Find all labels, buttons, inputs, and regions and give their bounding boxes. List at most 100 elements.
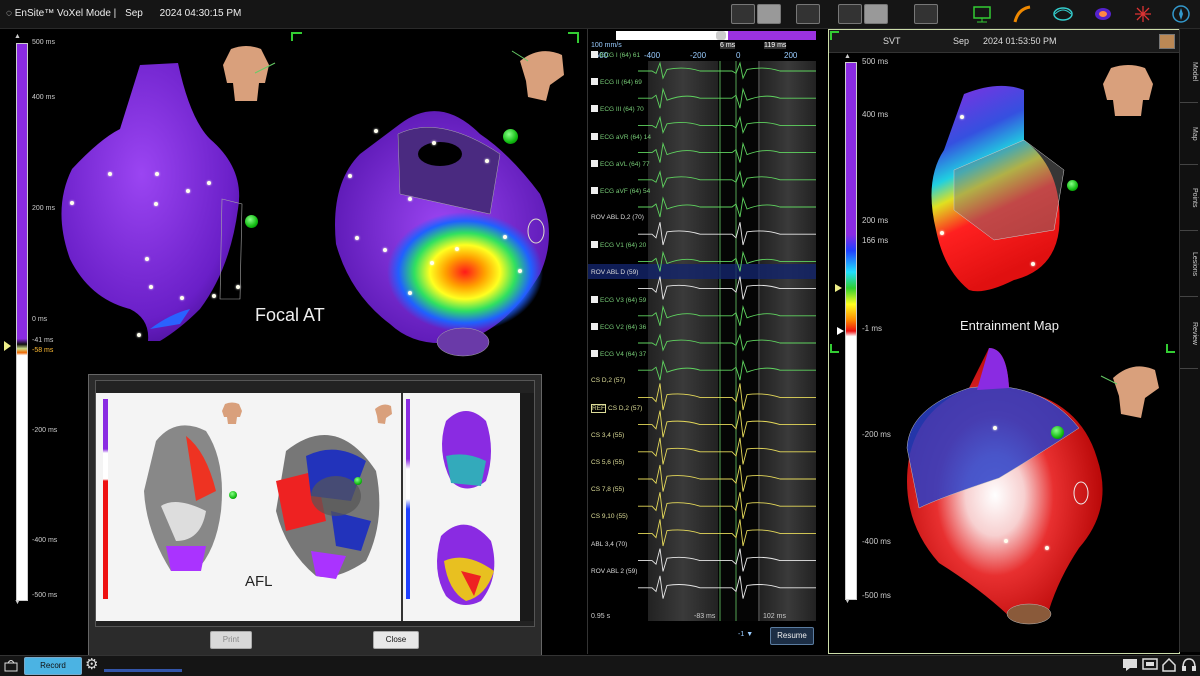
- ecg-channel-label[interactable]: ECG V1 (64) 20: [591, 241, 646, 249]
- scale-down-arrow-icon[interactable]: ▼: [14, 599, 21, 606]
- channel-value: 70: [634, 106, 644, 114]
- ecg-channel-label[interactable]: ECG V4 (64) 37: [591, 350, 646, 358]
- tab-model[interactable]: Model: [1180, 42, 1198, 103]
- scale-marker-icon[interactable]: [835, 284, 842, 292]
- resume-button[interactable]: Resume: [770, 627, 814, 645]
- ecg-channel-label[interactable]: ECG aVL (64) 77: [591, 159, 650, 168]
- color-scale-bar[interactable]: [16, 43, 28, 601]
- torso-orientation-icon[interactable]: [215, 43, 277, 105]
- scale-marker-icon[interactable]: [4, 341, 11, 351]
- sweep-speed[interactable]: 100 mm/s: [591, 42, 622, 49]
- ecg-channel-label[interactable]: ABL 3,4 (70): [591, 541, 627, 548]
- monitor-icon[interactable]: [969, 3, 995, 25]
- ecg-channel-label[interactable]: ROV ABL D (59): [591, 269, 638, 276]
- window-button[interactable]: [796, 4, 820, 24]
- bottom-bar: Record ⚙: [0, 655, 1200, 676]
- dropdown-value: -1: [738, 631, 745, 638]
- channel-name: ECG II (64): [600, 79, 633, 87]
- afl-screenshot-preview: AFL: [95, 380, 535, 627]
- scale-tick: -400 ms: [862, 537, 891, 546]
- tab-map[interactable]: Map: [1180, 104, 1198, 165]
- tab-review[interactable]: Review: [1180, 298, 1198, 369]
- channel-checkbox[interactable]: [591, 295, 598, 303]
- interval-left: -83 ms: [694, 613, 716, 620]
- map-point: [348, 174, 352, 178]
- channel-checkbox[interactable]: [591, 51, 598, 58]
- heart-model-icon[interactable]: [1090, 3, 1116, 25]
- ecg-channel-label[interactable]: CS 5,6 (55): [591, 459, 624, 466]
- channel-checkbox[interactable]: [591, 78, 598, 86]
- preview-bottombar: [96, 621, 534, 626]
- ecg-channel-label[interactable]: CS 3,4 (55): [591, 432, 624, 439]
- map-point: [108, 172, 112, 176]
- channel-name: CS 9,10 (55): [591, 513, 628, 521]
- ecg-waveform-area[interactable]: [588, 61, 828, 621]
- channel-name: CS D,2 (57): [591, 377, 626, 385]
- channel-checkbox[interactable]: [591, 350, 598, 358]
- scale-up-arrow-icon[interactable]: ▲: [844, 53, 851, 60]
- print-button[interactable]: Print: [210, 631, 252, 649]
- record-button[interactable]: Record: [24, 657, 82, 675]
- ecg-channel-label[interactable]: ECG III (64) 70: [591, 105, 644, 113]
- display-icon[interactable]: [1142, 658, 1158, 672]
- scale-down-arrow-icon[interactable]: ▼: [844, 598, 851, 605]
- ecg-channel-label[interactable]: ECG aVF (64) 54: [591, 187, 650, 195]
- scale-tick: -1 ms: [862, 324, 882, 333]
- ecg-channel-label[interactable]: ECG aVR (64) 14: [591, 132, 651, 141]
- tab-lesions[interactable]: Lesions: [1180, 232, 1198, 297]
- preview-svt-models: [437, 411, 495, 605]
- ecg-channel-label[interactable]: ECG V2 (64) 36: [591, 323, 646, 331]
- ecg-channel-label[interactable]: ROV ABL D,2 (70): [591, 214, 644, 221]
- ecg-channel-label[interactable]: ECG II (64) 69: [591, 78, 642, 86]
- channel-checkbox[interactable]: [591, 159, 598, 167]
- anatomy-model-entrainment-lower[interactable]: [899, 348, 1109, 648]
- map-point: [408, 291, 412, 295]
- channel-checkbox[interactable]: [591, 323, 598, 330]
- single-view-button[interactable]: [864, 4, 888, 24]
- torso-orientation-icon[interactable]: [1099, 358, 1169, 420]
- settings-window-button[interactable]: [914, 4, 938, 24]
- map-point: [212, 294, 216, 298]
- map-point: [960, 115, 964, 119]
- camera-button[interactable]: [731, 4, 755, 24]
- gear-icon[interactable]: ⚙: [85, 657, 101, 673]
- layout-button[interactable]: [757, 4, 781, 24]
- chat-icon[interactable]: [1122, 658, 1138, 672]
- color-scale-bar[interactable]: [845, 62, 857, 600]
- headset-icon[interactable]: [1181, 658, 1197, 672]
- ablation-icon[interactable]: [1130, 3, 1156, 25]
- ecg-channel-label[interactable]: CS 7,8 (55): [591, 486, 624, 493]
- channel-checkbox[interactable]: [591, 241, 598, 249]
- channel-checkbox[interactable]: [591, 132, 598, 140]
- right-map-panel: SVT Sep 2024 01:53:50 PM ▲ ▼ 500 ms 400 …: [828, 29, 1180, 654]
- ecg-channel-label[interactable]: ECG I (64) 61: [591, 51, 640, 59]
- compass-icon[interactable]: [1168, 3, 1194, 25]
- map-mesh-icon[interactable]: [1050, 3, 1076, 25]
- scale-up-arrow-icon[interactable]: ▲: [14, 33, 21, 40]
- scale-tick: 166 ms: [862, 236, 889, 245]
- split-view-button[interactable]: [838, 4, 862, 24]
- ecg-channel-label[interactable]: ROV ABL 2 (59): [591, 568, 637, 575]
- ecg-channel-label[interactable]: CS 9,10 (55): [591, 513, 628, 520]
- anatomy-model-focal-right[interactable]: [330, 94, 560, 359]
- patient-icon[interactable]: [4, 658, 18, 672]
- ecg-channel-label[interactable]: CS D,2 (57): [591, 377, 625, 384]
- ecg-scroll-handle[interactable]: [716, 31, 726, 40]
- anatomy-model-entrainment-upper[interactable]: [924, 80, 1074, 300]
- ecg-channel-label[interactable]: REF CS D,2 (57): [591, 403, 642, 413]
- scale-marker-icon[interactable]: [837, 327, 844, 335]
- home-icon[interactable]: [1161, 657, 1177, 672]
- scale-tick: -200 ms: [32, 427, 58, 434]
- ecg-scroll-window[interactable]: [728, 31, 816, 40]
- tab-points[interactable]: Points: [1180, 166, 1198, 231]
- catheter-icon[interactable]: [1010, 3, 1036, 25]
- channel-dropdown[interactable]: -1 ▼: [738, 631, 753, 638]
- scale-tick: 200 ms: [862, 216, 889, 225]
- ecg-channel-label[interactable]: ECG V3 (64) 59: [591, 295, 646, 304]
- channel-checkbox[interactable]: [591, 187, 598, 194]
- map-point: [149, 285, 153, 289]
- marker-left-value: 6 ms: [720, 42, 736, 49]
- channel-checkbox[interactable]: [591, 105, 598, 113]
- close-button[interactable]: Close: [373, 631, 419, 649]
- torso-orientation-icon[interactable]: [1097, 62, 1159, 118]
